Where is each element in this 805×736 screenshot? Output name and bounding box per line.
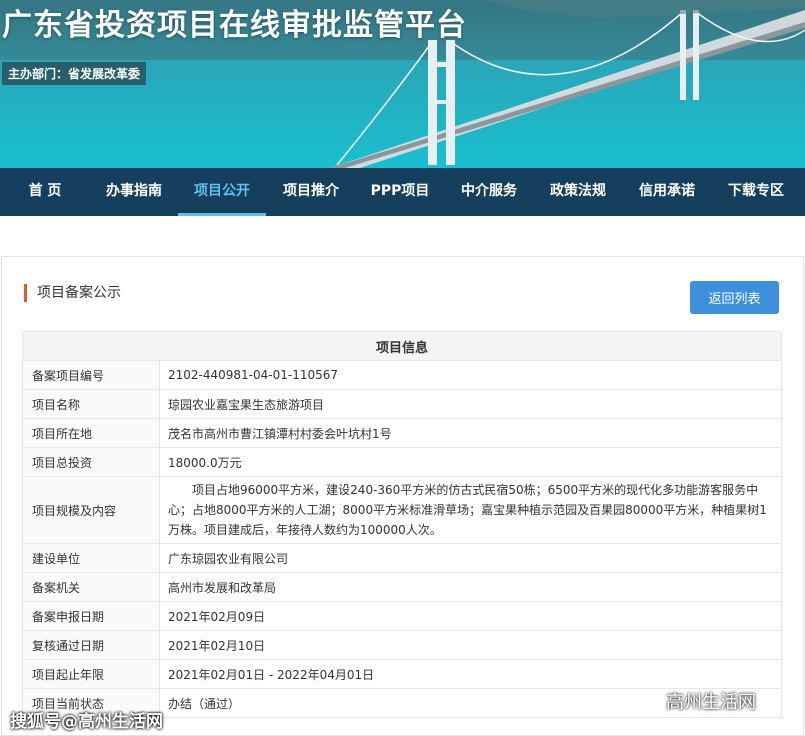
- table-row: 备案机关 高州市发展和改革局: [22, 572, 782, 602]
- project-card: 项目备案公示 返回列表 项目信息 备案项目编号 2102-440981-04-0…: [1, 256, 804, 736]
- nav-item-policy[interactable]: 政策法规: [534, 168, 622, 216]
- row-value: 2102-440981-04-01-110567: [159, 360, 782, 390]
- header-banner: 广东省投资项目在线审批监管平台 主办部门：省发展改革委: [0, 0, 805, 168]
- row-value: 项目占地96000平方米，建设240-360平方米的仿古式民宿50栋；6500平…: [159, 476, 782, 544]
- watermark-wechat: 高州生活网: [638, 688, 756, 714]
- nav-item-ppp[interactable]: PPP项目: [356, 168, 444, 216]
- row-value: 2021年02月10日: [159, 630, 782, 660]
- row-value: 2021年02月09日: [159, 601, 782, 631]
- main-nav: 首 页 办事指南 项目公开 项目推介 PPP项目 中介服务 政策法规 信用承诺 …: [0, 168, 805, 216]
- row-value: 2021年02月01日 - 2022年04月01日: [159, 659, 782, 689]
- site-title: 广东省投资项目在线审批监管平台: [2, 8, 467, 43]
- back-to-list-button[interactable]: 返回列表: [690, 281, 779, 314]
- table-header: 项目信息: [22, 331, 782, 361]
- row-value: 琼园农业嘉宝果生态旅游项目: [159, 389, 782, 419]
- row-label: 项目规模及内容: [22, 476, 160, 544]
- row-value: 广东琼园农业有限公司: [159, 543, 782, 573]
- section-title: 项目备案公示: [24, 284, 121, 302]
- nav-item-download[interactable]: 下载专区: [712, 168, 800, 216]
- row-label: 建设单位: [22, 543, 160, 573]
- row-value: 高州市发展和改革局: [159, 572, 782, 602]
- row-label: 备案机关: [22, 572, 160, 602]
- row-value: 18000.0万元: [159, 447, 782, 477]
- table-row: 项目起止年限 2021年02月01日 - 2022年04月01日: [22, 659, 782, 689]
- table-row: 备案申报日期 2021年02月09日: [22, 601, 782, 631]
- sponsor-label: 主办部门：省发展改革委: [2, 62, 147, 85]
- wechat-icon: [638, 689, 660, 714]
- project-info-table: 项目信息 备案项目编号 2102-440981-04-01-110567 项目名…: [22, 331, 782, 718]
- nav-item-credit[interactable]: 信用承诺: [622, 168, 712, 216]
- table-row: 项目所在地 茂名市高州市曹江镇潭村村委会叶坑村1号: [22, 418, 782, 448]
- row-label: 项目所在地: [22, 418, 160, 448]
- nav-item-agency[interactable]: 中介服务: [444, 168, 534, 216]
- table-row: 项目规模及内容 项目占地96000平方米，建设240-360平方米的仿古式民宿5…: [22, 476, 782, 544]
- table-row: 建设单位 广东琼园农业有限公司: [22, 543, 782, 573]
- table-row: 项目总投资 18000.0万元: [22, 447, 782, 477]
- watermark-sohu: 搜狐号@高州生活网: [10, 712, 163, 732]
- row-label: 复核通过日期: [22, 630, 160, 660]
- row-label: 项目名称: [22, 389, 160, 419]
- watermark-wechat-text: 高州生活网: [666, 692, 756, 713]
- row-label: 项目起止年限: [22, 659, 160, 689]
- table-row: 复核通过日期 2021年02月10日: [22, 630, 782, 660]
- row-label: 项目总投资: [22, 447, 160, 477]
- nav-item-guide[interactable]: 办事指南: [90, 168, 178, 216]
- row-value: 茂名市高州市曹江镇潭村村委会叶坑村1号: [159, 418, 782, 448]
- nav-item-project-promotion[interactable]: 项目推介: [266, 168, 356, 216]
- nav-item-project-public[interactable]: 项目公开: [178, 168, 266, 216]
- row-label: 备案申报日期: [22, 601, 160, 631]
- nav-item-home[interactable]: 首 页: [0, 168, 90, 216]
- table-row: 备案项目编号 2102-440981-04-01-110567: [22, 360, 782, 390]
- row-label: 备案项目编号: [22, 360, 160, 390]
- table-row: 项目名称 琼园农业嘉宝果生态旅游项目: [22, 389, 782, 419]
